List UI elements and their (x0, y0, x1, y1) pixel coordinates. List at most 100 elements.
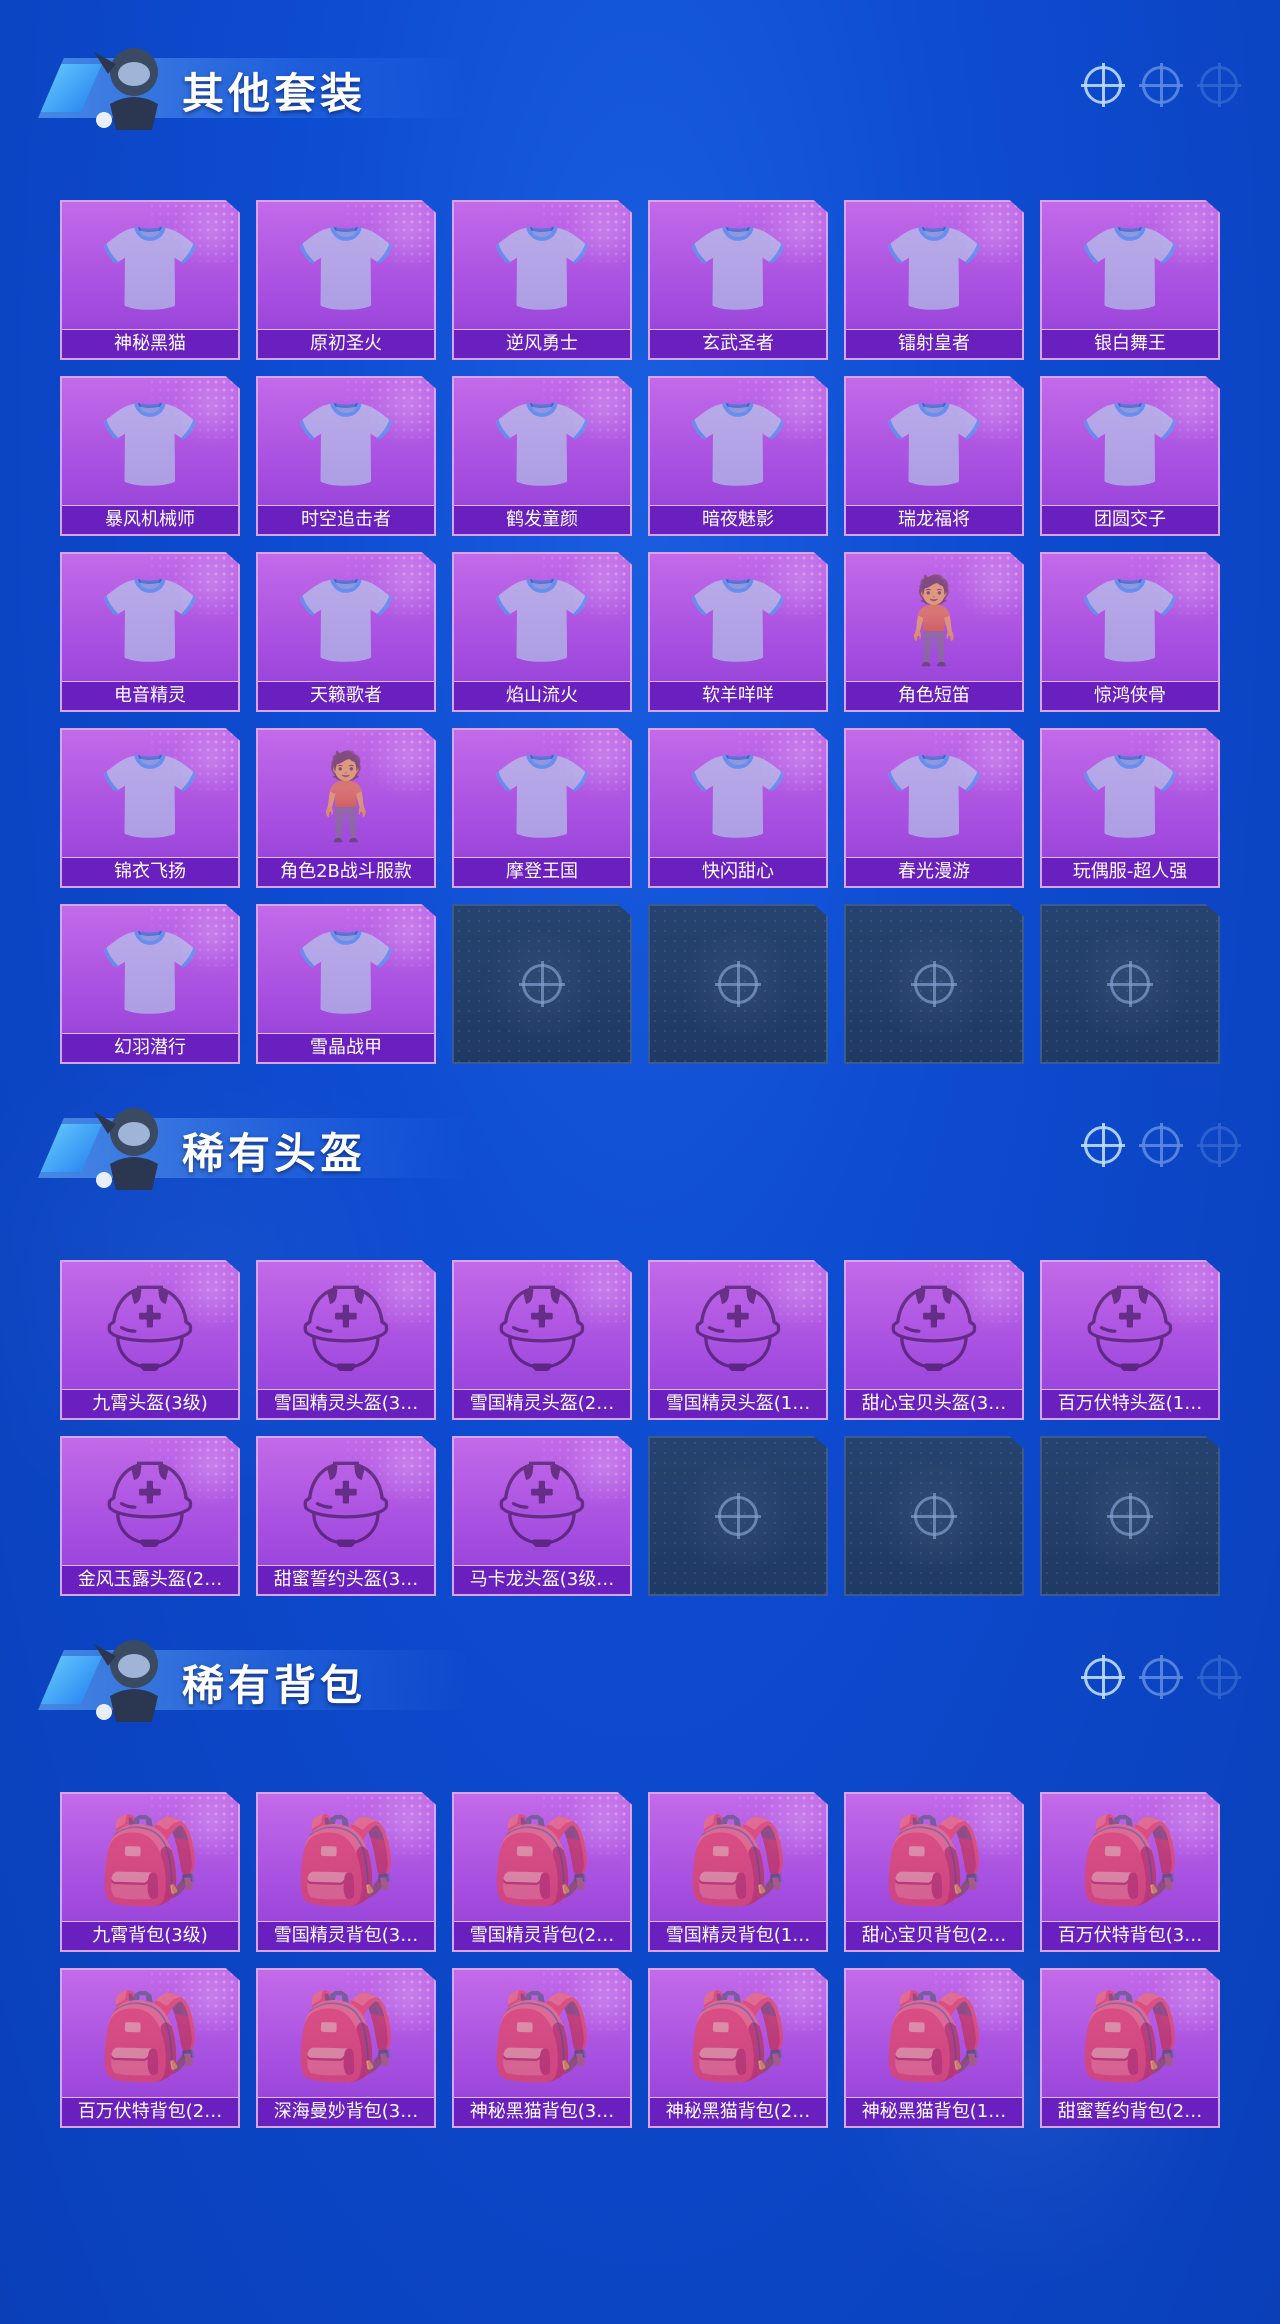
item-card[interactable]: 🎒 雪国精灵背包(1… (648, 1792, 828, 1952)
item-grid: ⛑ 九霄头盔(3级) ⛑ 雪国精灵头盔(3… ⛑ 雪国精灵头盔(2… ⛑ 雪国精灵头盔(1… ⛑… (60, 1260, 1220, 1596)
item-label: 幻羽潜行 (62, 1033, 238, 1062)
backpack-icon: 🎒 (685, 1987, 791, 2085)
item-card[interactable]: 👕 玩偶服-超人强 (1040, 728, 1220, 888)
helmet-icon: ⛑ (684, 1279, 792, 1377)
item-card[interactable]: 🧍 角色短笛 (844, 552, 1024, 712)
item-label: 玩偶服-超人强 (1042, 857, 1218, 886)
item-card[interactable]: 👕 鹤发童颜 (452, 376, 632, 536)
item-card[interactable]: ⛑ 甜蜜誓约头盔(3… (256, 1436, 436, 1596)
item-card[interactable]: ⛑ 马卡龙头盔(3级… (452, 1436, 632, 1596)
item-label: 九霄背包(3级) (62, 1921, 238, 1950)
item-card[interactable]: ⛑ 百万伏特头盔(1… (1040, 1260, 1220, 1420)
item-card[interactable]: 👕 神秘黑猫 (60, 200, 240, 360)
item-card[interactable]: 👕 软羊咩咩 (648, 552, 828, 712)
crosshair-icon (911, 961, 957, 1007)
item-label: 惊鸿侠骨 (1042, 681, 1218, 710)
item-card[interactable]: 👕 瑞龙福将 (844, 376, 1024, 536)
helmet-icon: ⛑ (488, 1455, 596, 1553)
item-card[interactable]: 👕 暗夜魅影 (648, 376, 828, 536)
item-label: 摩登王国 (454, 857, 630, 886)
item-label: 甜心宝贝头盔(3… (846, 1389, 1022, 1418)
item-grid: 👕 神秘黑猫 👕 原初圣火 👕 逆风勇士 👕 玄武圣者 👕 镭射皇者 👕 银白舞王 👕 暴风机械师 👕 时空追… (60, 200, 1220, 1064)
outfit-icon: 👕 (685, 219, 791, 317)
item-card[interactable]: 👕 雪晶战甲 (256, 904, 436, 1064)
item-card[interactable]: 👕 天籁歌者 (256, 552, 436, 712)
item-label: 雪国精灵背包(3… (258, 1921, 434, 1950)
item-card[interactable]: 🎒 九霄背包(3级) (60, 1792, 240, 1952)
item-card[interactable]: 👕 惊鸿侠骨 (1040, 552, 1220, 712)
item-label: 百万伏特头盔(1… (1042, 1389, 1218, 1418)
item-card[interactable]: 🧍 角色2B战斗服款 (256, 728, 436, 888)
item-label: 九霄头盔(3级) (62, 1389, 238, 1418)
item-label: 锦衣飞扬 (62, 857, 238, 886)
item-card[interactable]: 👕 镭射皇者 (844, 200, 1024, 360)
header-decoration (1081, 1123, 1241, 1167)
item-card[interactable]: 🎒 神秘黑猫背包(3… (452, 1968, 632, 2128)
backpack-icon: 🎒 (489, 1811, 595, 1909)
item-card[interactable]: 🎒 深海曼妙背包(3… (256, 1968, 436, 2128)
item-card[interactable]: 🎒 雪国精灵背包(3… (256, 1792, 436, 1952)
item-card[interactable]: ⛑ 甜心宝贝头盔(3… (844, 1260, 1024, 1420)
item-label: 角色短笛 (846, 681, 1022, 710)
item-card[interactable]: 👕 春光漫游 (844, 728, 1024, 888)
backpack-icon: 🎒 (293, 1811, 399, 1909)
item-card[interactable]: 👕 团圆交子 (1040, 376, 1220, 536)
empty-slot (844, 904, 1024, 1064)
item-label: 雪国精灵头盔(2… (454, 1389, 630, 1418)
item-card[interactable]: 👕 暴风机械师 (60, 376, 240, 536)
crosshair-icon (1107, 961, 1153, 1007)
item-label: 天籁歌者 (258, 681, 434, 710)
crosshair-icon (1197, 1655, 1241, 1699)
helmet-icon: ⛑ (488, 1279, 596, 1377)
crosshair-icon (1197, 1123, 1241, 1167)
helmet-icon: ⛑ (1076, 1279, 1184, 1377)
backpack-icon: 🎒 (97, 1987, 203, 2085)
item-card[interactable]: 🎒 神秘黑猫背包(2… (648, 1968, 828, 2128)
item-card[interactable]: 🎒 百万伏特背包(2… (60, 1968, 240, 2128)
item-card[interactable]: 👕 焰山流火 (452, 552, 632, 712)
item-card[interactable]: 👕 玄武圣者 (648, 200, 828, 360)
outfit-icon: 👕 (97, 571, 203, 669)
outfit-icon: 👕 (293, 219, 399, 317)
mascot-icon (94, 1108, 158, 1190)
item-card[interactable]: ⛑ 金风玉露头盔(2… (60, 1436, 240, 1596)
item-card[interactable]: 👕 电音精灵 (60, 552, 240, 712)
item-card[interactable]: ⛑ 雪国精灵头盔(3… (256, 1260, 436, 1420)
crosshair-icon (911, 1493, 957, 1539)
backpack-icon: 🎒 (1077, 1811, 1183, 1909)
outfit-icon: 👕 (293, 571, 399, 669)
outfit-icon: 👕 (685, 395, 791, 493)
item-card[interactable]: ⛑ 九霄头盔(3级) (60, 1260, 240, 1420)
outfit-icon: 👕 (1077, 395, 1183, 493)
item-card[interactable]: 👕 锦衣飞扬 (60, 728, 240, 888)
item-card[interactable]: 🎒 百万伏特背包(3… (1040, 1792, 1220, 1952)
item-card[interactable]: 👕 快闪甜心 (648, 728, 828, 888)
item-card[interactable]: 👕 逆风勇士 (452, 200, 632, 360)
outfit-icon: 👕 (881, 219, 987, 317)
item-card[interactable]: 👕 原初圣火 (256, 200, 436, 360)
item-card[interactable]: 👕 幻羽潜行 (60, 904, 240, 1064)
item-card[interactable]: ⛑ 雪国精灵头盔(2… (452, 1260, 632, 1420)
item-card[interactable]: 🎒 雪国精灵背包(2… (452, 1792, 632, 1952)
item-card[interactable]: 👕 银白舞王 (1040, 200, 1220, 360)
outfit-icon: 👕 (97, 395, 203, 493)
item-label: 金风玉露头盔(2… (62, 1565, 238, 1594)
item-label: 雪国精灵背包(1… (650, 1921, 826, 1950)
item-card[interactable]: 👕 摩登王国 (452, 728, 632, 888)
item-card[interactable]: 🎒 神秘黑猫背包(1… (844, 1968, 1024, 2128)
item-card[interactable]: 🎒 甜心宝贝背包(2… (844, 1792, 1024, 1952)
item-card[interactable]: ⛑ 雪国精灵头盔(1… (648, 1260, 828, 1420)
item-label: 甜蜜誓约背包(2… (1042, 2097, 1218, 2126)
outfit-icon: 👕 (1077, 571, 1183, 669)
section-title: 稀有背包 (182, 1661, 367, 1710)
outfit-icon: 👕 (1077, 747, 1183, 845)
crosshair-icon (1107, 1493, 1153, 1539)
empty-slot (844, 1436, 1024, 1596)
item-label: 春光漫游 (846, 857, 1022, 886)
item-label: 甜心宝贝背包(2… (846, 1921, 1022, 1950)
helmet-icon: ⛑ (880, 1279, 988, 1377)
item-card[interactable]: 👕 时空追击者 (256, 376, 436, 536)
item-label: 神秘黑猫背包(2… (650, 2097, 826, 2126)
item-card[interactable]: 🎒 甜蜜誓约背包(2… (1040, 1968, 1220, 2128)
helmet-icon: ⛑ (96, 1279, 204, 1377)
